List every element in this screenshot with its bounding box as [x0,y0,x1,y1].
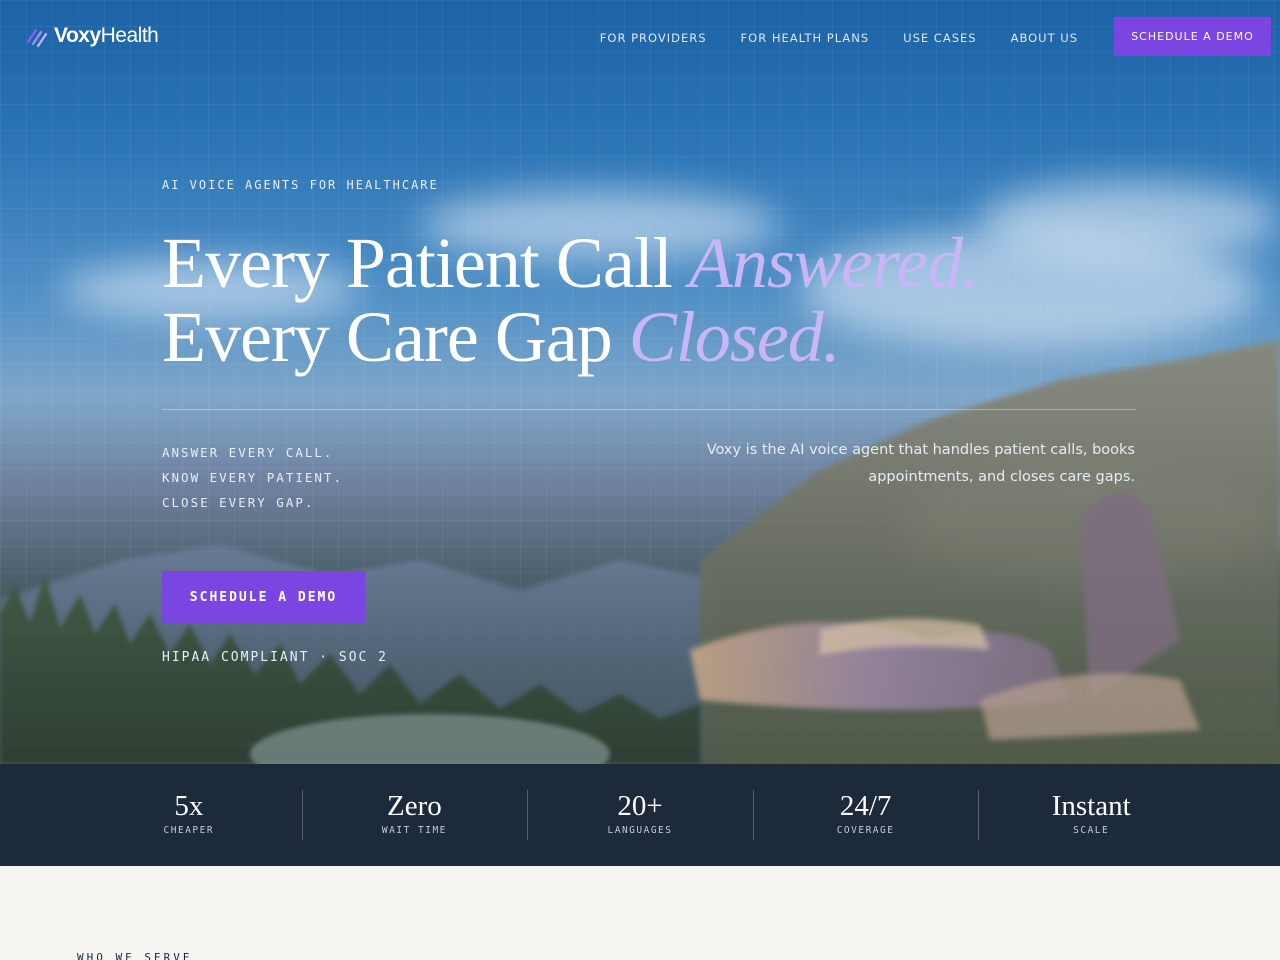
nav-link-health-plans[interactable]: FOR HEALTH PLANS [741,31,870,45]
stat-label: COVERAGE [836,825,895,836]
main-nav: FOR PROVIDERS FOR HEALTH PLANS USE CASES… [600,31,1078,45]
stat-label: CHEAPER [163,825,215,836]
stat-value: 20+ [617,790,663,822]
nav-link-use-cases[interactable]: USE CASES [903,31,976,45]
stat-item: 24/7 COVERAGE [752,789,979,841]
stat-item: 20+ LANGUAGES [527,789,753,841]
headline-line2-accent: Closed. [628,297,841,377]
headline-line1-accent: Answered. [688,223,980,303]
headline-line1-plain: Every Patient Call [162,223,689,303]
stat-item: Instant SCALE [978,789,1204,841]
hero-eyebrow: AI VOICE AGENTS FOR HEALTHCARE [162,178,439,192]
stat-item: 5x CHEAPER [76,789,302,841]
hero-section: VoxyHealth FOR PROVIDERS FOR HEALTH PLAN… [0,0,1280,764]
headline-line2-plain: Every Care Gap [162,297,629,377]
hero-headline: Every Patient Call Answered. Every Care … [162,223,980,377]
brand-name: VoxyHealth [54,24,159,47]
nav-schedule-demo-button[interactable]: SCHEDULE A DEMO [1114,17,1271,56]
tagline-line: KNOW EVERY PATIENT. [162,470,343,485]
hero-tagline: ANSWER EVERY CALL. KNOW EVERY PATIENT. C… [162,440,343,515]
stat-value: Instant [1051,790,1131,822]
stat-label: WAIT TIME [381,825,447,836]
hero-schedule-demo-button[interactable]: SCHEDULE A DEMO [162,571,365,623]
nav-link-about-us[interactable]: ABOUT US [1011,31,1078,45]
compliance-badge: HIPAA COMPLIANT · SOC 2 [162,650,389,665]
tagline-line: CLOSE EVERY GAP. [162,495,315,510]
brand-logo[interactable]: VoxyHealth [26,24,159,48]
stat-item: Zero WAIT TIME [301,789,528,841]
tagline-line: ANSWER EVERY CALL. [162,445,334,460]
nav-link-providers[interactable]: FOR PROVIDERS [600,31,707,45]
voxy-wave-icon [26,28,48,48]
stat-label: SCALE [1073,825,1110,836]
stat-value: 5x [174,790,204,822]
stat-value: Zero [387,790,442,822]
who-we-serve-eyebrow: WHO WE SERVE [77,951,193,960]
hero-divider [162,409,1136,410]
hero-description: Voxy is the AI voice agent that handles … [706,442,1135,485]
stat-value: 24/7 [839,790,892,822]
stat-label: LANGUAGES [607,825,673,836]
stats-bar: 5x CHEAPER Zero WAIT TIME 20+ LANGUAGES … [0,764,1280,866]
